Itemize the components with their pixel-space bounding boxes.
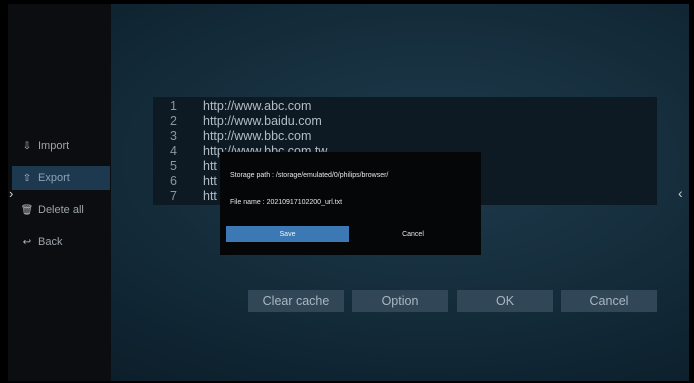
screen-border-right bbox=[689, 0, 694, 383]
export-dialog: Storage path : /storage/emulated/0/phili… bbox=[220, 152, 481, 255]
row-number: 7 bbox=[170, 189, 177, 203]
file-name-text: File name : 20210917102200_url.txt bbox=[230, 199, 343, 206]
row-number: 2 bbox=[170, 114, 177, 128]
url-text: htt bbox=[203, 189, 217, 203]
trash-icon: 🗑 bbox=[20, 204, 34, 216]
chevron-right-icon[interactable]: › bbox=[9, 186, 13, 201]
back-arrow-icon: ↩ bbox=[22, 236, 32, 248]
screen-border-left bbox=[0, 0, 8, 383]
url-text: htt bbox=[203, 174, 217, 188]
dialog-cancel-button[interactable]: Cancel bbox=[351, 226, 475, 242]
list-item[interactable]: 2 http://www.baidu.com bbox=[153, 113, 322, 129]
sidebar-item-label: Delete all bbox=[38, 204, 84, 216]
row-number: 6 bbox=[170, 174, 177, 188]
url-text: http://www.baidu.com bbox=[203, 114, 322, 128]
option-button[interactable]: Option bbox=[352, 290, 448, 312]
clear-cache-button[interactable]: Clear cache bbox=[248, 290, 344, 312]
sidebar-item-delete-all[interactable]: 🗑 Delete all bbox=[12, 198, 110, 222]
sidebar-item-label: Back bbox=[38, 236, 63, 248]
url-text: htt bbox=[203, 159, 217, 173]
sidebar-item-export[interactable]: ⇧ Export bbox=[12, 166, 110, 190]
sidebar-item-label: Import bbox=[38, 140, 70, 152]
ok-button[interactable]: OK bbox=[457, 290, 553, 312]
sidebar: ⇩ Import ⇧ Export 🗑 Delete all ↩ Back bbox=[8, 4, 111, 381]
save-button[interactable]: Save bbox=[226, 226, 349, 242]
list-item[interactable]: 5 htt bbox=[153, 158, 217, 174]
sidebar-item-label: Export bbox=[38, 172, 70, 184]
row-number: 4 bbox=[170, 144, 177, 158]
row-number: 3 bbox=[170, 129, 177, 143]
url-text: http://www.abc.com bbox=[203, 99, 312, 113]
chevron-left-icon[interactable]: ‹ bbox=[678, 185, 683, 201]
list-item[interactable]: 6 htt bbox=[153, 173, 217, 189]
row-number: 1 bbox=[170, 99, 177, 113]
storage-path-text: Storage path : /storage/emulated/0/phili… bbox=[230, 172, 389, 179]
list-item[interactable]: 1 http://www.abc.com bbox=[153, 98, 311, 114]
export-icon: ⇧ bbox=[22, 172, 32, 184]
import-icon: ⇩ bbox=[22, 140, 32, 152]
sidebar-item-import[interactable]: ⇩ Import bbox=[12, 134, 110, 158]
sidebar-item-back[interactable]: ↩ Back bbox=[12, 230, 110, 254]
url-text: http://www.bbc.com bbox=[203, 129, 312, 143]
list-item[interactable]: 3 http://www.bbc.com bbox=[153, 128, 311, 144]
row-number: 5 bbox=[170, 159, 177, 173]
cancel-button[interactable]: Cancel bbox=[561, 290, 657, 312]
list-item[interactable]: 7 htt bbox=[153, 188, 217, 204]
